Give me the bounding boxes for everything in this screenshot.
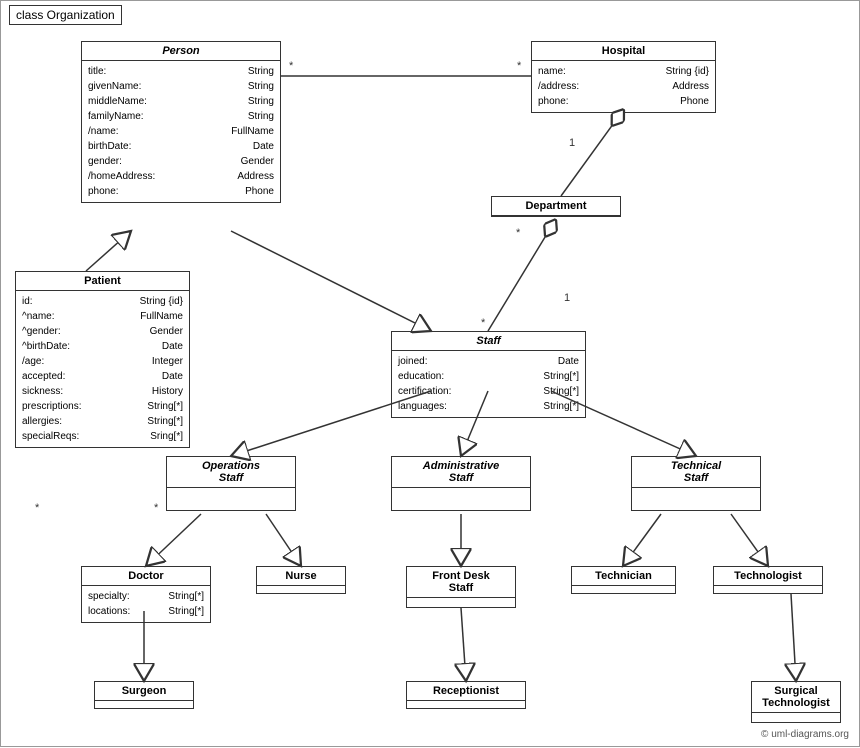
multiplicity-staff-star: * <box>481 317 486 329</box>
multiplicity-dept-staff: 1 <box>564 292 570 304</box>
diagram-container: class Organization Person title:String g… <box>0 0 860 747</box>
class-technical-staff: Technical Staff <box>631 456 761 511</box>
class-patient-attrs: id:String {id} ^name:FullName ^gender:Ge… <box>16 291 189 447</box>
class-surgeon-name: Surgeon <box>95 682 193 701</box>
class-receptionist: Receptionist <box>406 681 526 709</box>
multiplicity-person-hospital-right: * <box>517 60 522 72</box>
class-hospital-attrs: name:String {id} /address:Address phone:… <box>532 61 715 112</box>
class-technologist-name: Technologist <box>714 567 822 586</box>
class-hospital: Hospital name:String {id} /address:Addre… <box>531 41 716 113</box>
class-staff-attrs: joined:Date education:String[*] certific… <box>392 351 585 417</box>
class-technologist: Technologist <box>713 566 823 594</box>
diagram-title: class Organization <box>9 5 122 25</box>
class-surgical-technologist-name: Surgical Technologist <box>752 682 840 713</box>
class-department: Department <box>491 196 621 217</box>
class-doctor-name: Doctor <box>82 567 210 586</box>
multiplicity-patient-star: * <box>35 502 40 514</box>
class-hospital-name: Hospital <box>532 42 715 61</box>
class-front-desk-staff: Front Desk Staff <box>406 566 516 608</box>
class-staff: Staff joined:Date education:String[*] ce… <box>391 331 586 418</box>
multiplicity-dept-staff-star: * <box>516 227 521 239</box>
class-doctor-attrs: specialty:String[*] locations:String[*] <box>82 586 210 622</box>
class-front-desk-staff-name: Front Desk Staff <box>407 567 515 598</box>
class-patient: Patient id:String {id} ^name:FullName ^g… <box>15 271 190 448</box>
class-department-name: Department <box>492 197 620 216</box>
class-nurse-name: Nurse <box>257 567 345 586</box>
multiplicity-ops-star: * <box>154 502 159 514</box>
class-technician-name: Technician <box>572 567 675 586</box>
class-surgical-technologist: Surgical Technologist <box>751 681 841 723</box>
multiplicity-person-hospital-left: * <box>289 60 294 72</box>
class-surgeon: Surgeon <box>94 681 194 709</box>
class-staff-name: Staff <box>392 332 585 351</box>
class-nurse: Nurse <box>256 566 346 594</box>
class-administrative-staff-name: Administrative Staff <box>392 457 530 488</box>
class-person: Person title:String givenName:String mid… <box>81 41 281 203</box>
class-patient-name: Patient <box>16 272 189 291</box>
class-operations-staff: Operations Staff <box>166 456 296 511</box>
class-person-name: Person <box>82 42 280 61</box>
class-receptionist-name: Receptionist <box>407 682 525 701</box>
class-administrative-staff: Administrative Staff <box>391 456 531 511</box>
class-technician: Technician <box>571 566 676 594</box>
class-technical-staff-name: Technical Staff <box>632 457 760 488</box>
class-person-attrs: title:String givenName:String middleName… <box>82 61 280 202</box>
copyright: © uml-diagrams.org <box>761 729 849 740</box>
class-operations-staff-name: Operations Staff <box>167 457 295 488</box>
class-doctor: Doctor specialty:String[*] locations:Str… <box>81 566 211 623</box>
multiplicity-hospital-dept: 1 <box>569 137 575 149</box>
